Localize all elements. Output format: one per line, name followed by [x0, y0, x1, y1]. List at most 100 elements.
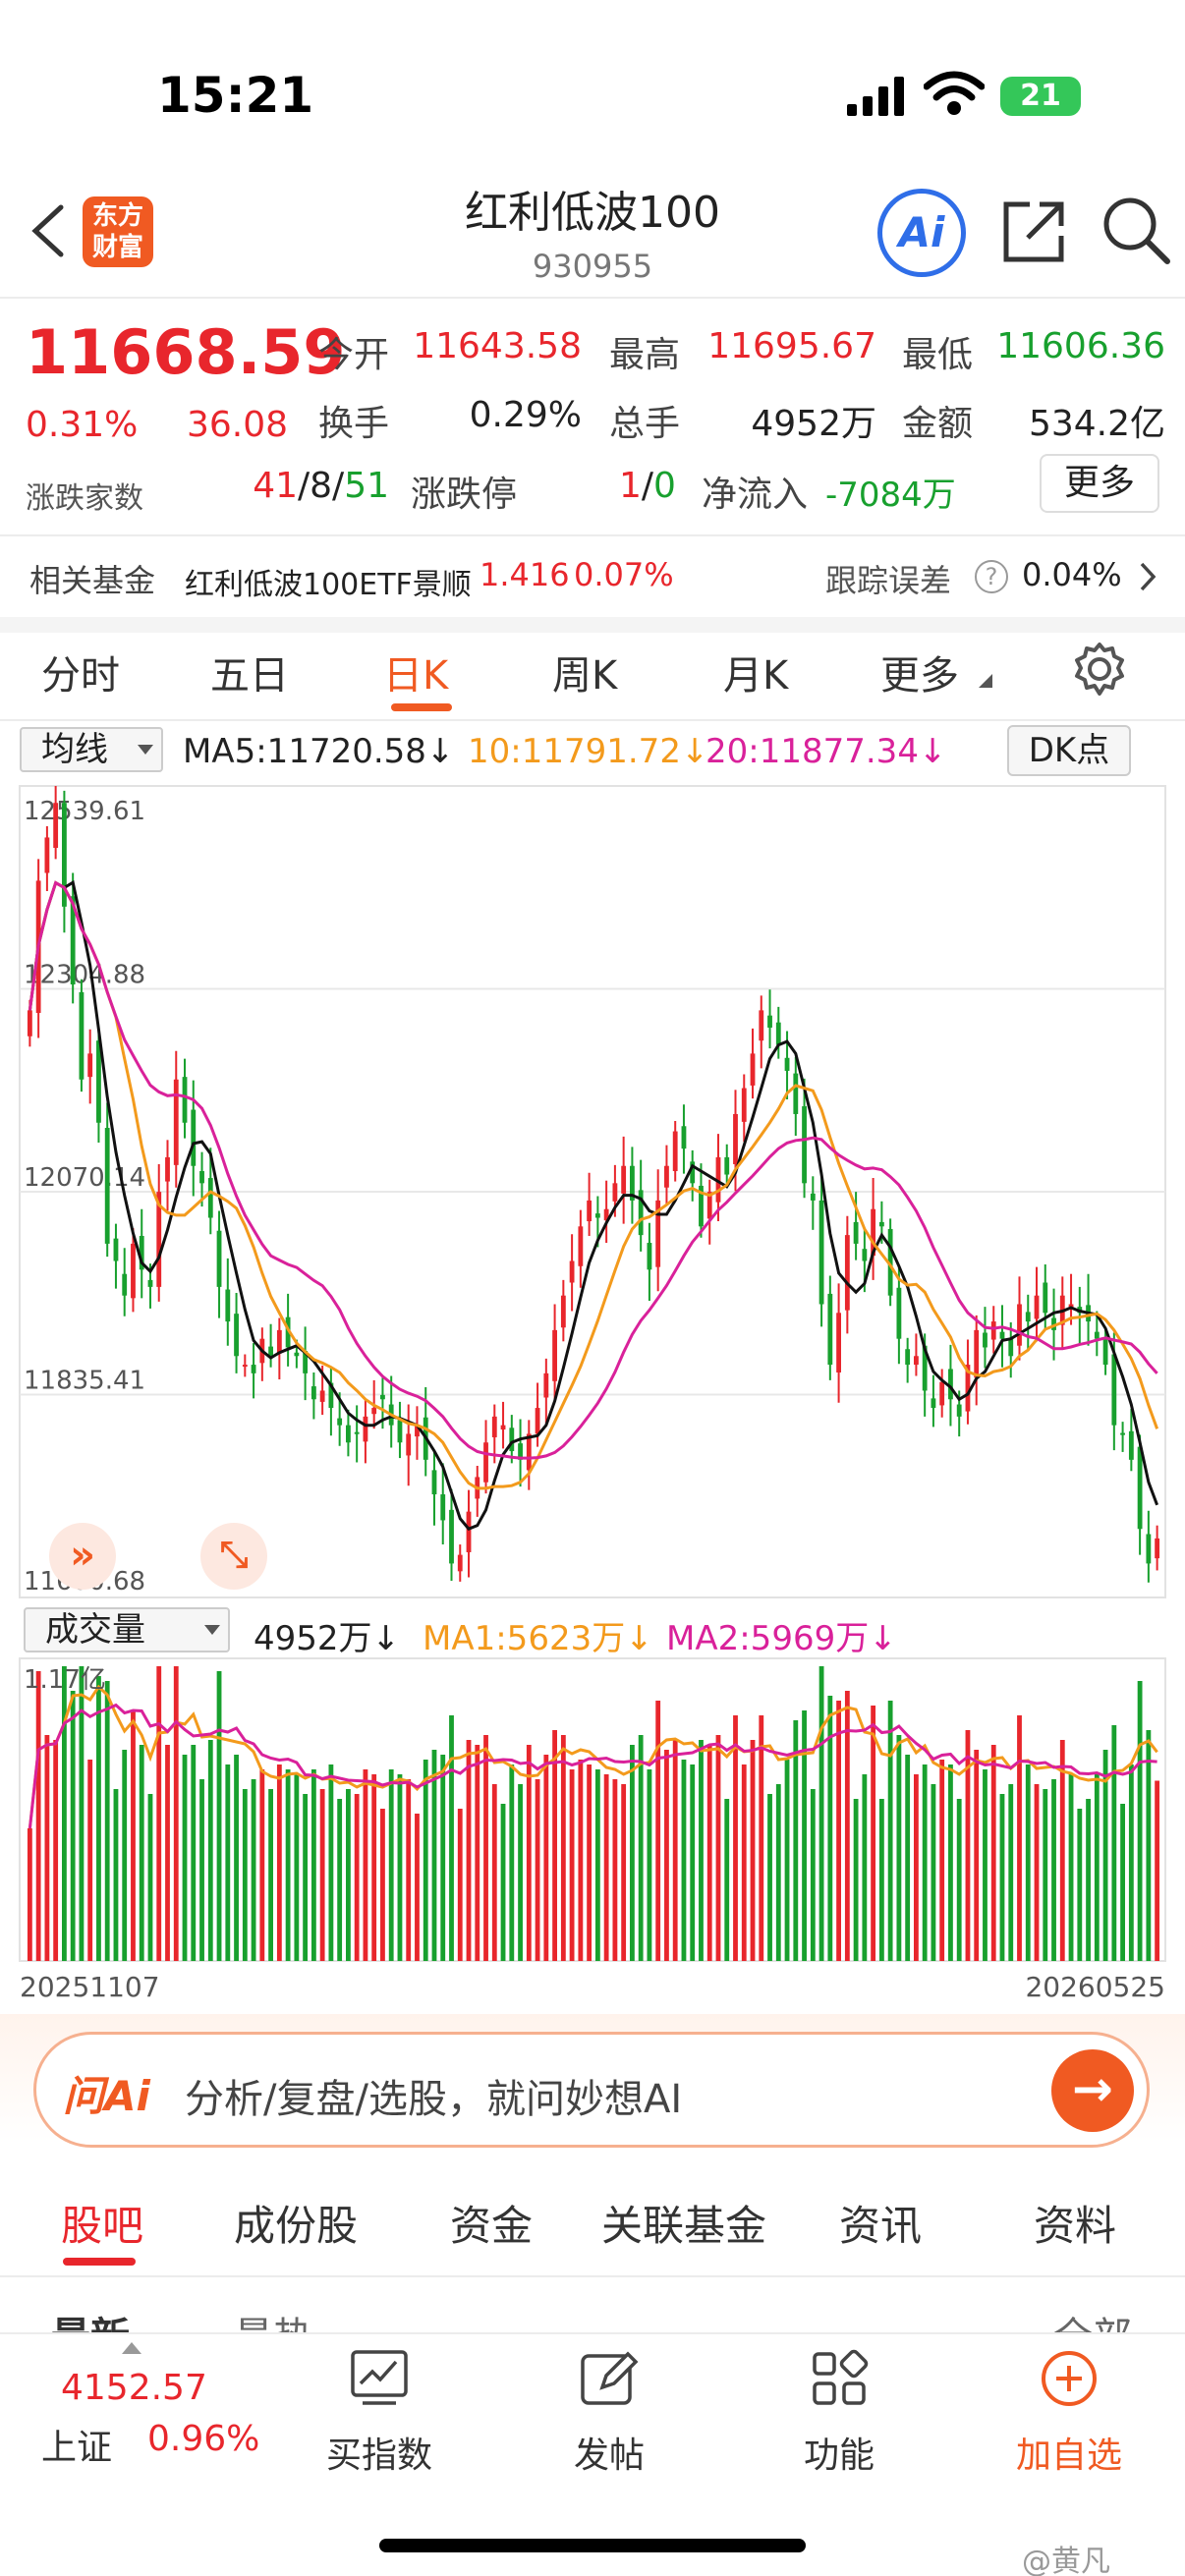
volume-bar: [1017, 1715, 1022, 1961]
volume-bar: [276, 1764, 282, 1961]
volume-bar: [328, 1764, 334, 1961]
sub-tab-hot[interactable]: 最热: [234, 2305, 312, 2332]
nav-buy-index[interactable]: 买指数: [281, 2348, 478, 2478]
candle-body: [346, 1425, 351, 1443]
candle-body: [191, 1109, 197, 1166]
ma10-readout: 10:11791.72↓: [468, 732, 709, 771]
tab-weekly-k[interactable]: 周K: [552, 644, 617, 700]
volume-bar: [1155, 1780, 1160, 1961]
volume-bar: [1068, 1774, 1074, 1961]
candle-body: [818, 1200, 824, 1305]
candle-body: [1094, 1331, 1100, 1339]
candle-body: [914, 1356, 919, 1366]
watermark: @黄凡: [1022, 2545, 1110, 2576]
limit-sep: /: [641, 466, 654, 506]
volume-bar: [96, 1676, 101, 1961]
volume-bar: [1120, 1804, 1125, 1961]
related-fund-pct: 0.07%: [574, 556, 674, 593]
turnover-label: 换手: [318, 404, 390, 444]
search-icon[interactable]: [1099, 193, 1171, 265]
candle-body: [131, 1243, 136, 1299]
tab-guba[interactable]: 股吧: [61, 2193, 143, 2253]
volume-bar: [681, 1760, 687, 1961]
gear-icon[interactable]: [1071, 641, 1128, 698]
candle-body: [983, 1332, 988, 1348]
volume-max-label: 1.17亿: [24, 1665, 106, 1695]
dropdown-caret-icon: [204, 1625, 220, 1635]
volume-bar: [354, 1794, 360, 1961]
volume-bar: [1146, 1730, 1152, 1961]
nav-functions[interactable]: 功能: [741, 2348, 937, 2478]
volume-bar: [810, 1789, 816, 1961]
volume-bar: [1137, 1681, 1143, 1961]
breadth-flat: 8: [310, 466, 333, 506]
volume-bar: [285, 1769, 291, 1961]
nav-post[interactable]: 发帖: [511, 2348, 707, 2478]
status-time: 15:21: [157, 67, 314, 124]
candle-body: [724, 1156, 730, 1175]
volume-bar: [139, 1745, 144, 1961]
candle-body: [1155, 1538, 1160, 1559]
volume-bar: [182, 1755, 188, 1961]
volume-ma2-readout: MA2:5969万↓: [666, 1619, 897, 1658]
more-quote-button[interactable]: 更多: [1040, 454, 1159, 513]
low-label: 最低: [902, 335, 974, 375]
volume-bar: [612, 1779, 618, 1961]
related-fund-name[interactable]: 红利低波100ETF景顺: [185, 560, 472, 603]
dk-point-button[interactable]: DK点: [1007, 725, 1131, 776]
candle-body: [750, 1053, 756, 1086]
grid-apps-icon: [813, 2349, 869, 2405]
ai-submit-button[interactable]: →: [1051, 2049, 1134, 2132]
open-value: 11643.58: [413, 326, 582, 366]
x-end-label: 20260525: [1025, 1971, 1165, 2003]
help-icon[interactable]: ?: [975, 560, 1008, 593]
dropdown-caret-icon: [138, 745, 153, 755]
ai-input-placeholder[interactable]: 分析/复盘/选股，就问妙想AI: [185, 2067, 682, 2124]
section-gap: [0, 617, 1185, 633]
tab-intraday[interactable]: 分时: [41, 644, 120, 700]
candle-body: [165, 1156, 170, 1182]
candle-body: [784, 1057, 790, 1071]
sub-tab-all[interactable]: 全部: [1053, 2305, 1132, 2332]
candle-body: [406, 1433, 412, 1456]
chevron-right-icon[interactable]: [1136, 560, 1159, 593]
tab-constituents[interactable]: 成份股: [234, 2193, 358, 2253]
fullscreen-button[interactable]: ⤡: [200, 1523, 267, 1590]
limit-down: 0: [653, 466, 676, 506]
breadth-sep-1: /: [298, 466, 310, 506]
home-indicator: [379, 2539, 806, 2552]
volume-bar: [423, 1760, 428, 1961]
tab-profile[interactable]: 资料: [1034, 2193, 1116, 2253]
share-icon[interactable]: [1000, 196, 1069, 265]
volume-bar: [990, 1745, 996, 1961]
index-value[interactable]: 4152.57: [61, 2368, 207, 2408]
candle-body: [853, 1221, 859, 1244]
volume-select[interactable]: 成交量: [24, 1607, 230, 1652]
dk-label: DK点: [1028, 731, 1110, 770]
volume-bar: [491, 1784, 497, 1961]
volume-bar: [741, 1764, 747, 1961]
kline-chart[interactable]: 12539.6112304.8812070.1411835.4111600.68…: [0, 776, 1185, 2014]
sub-tab-latest[interactable]: 最新: [51, 2305, 130, 2332]
index-name[interactable]: 上证: [41, 2419, 112, 2470]
tab-monthly-k[interactable]: 月K: [723, 644, 788, 700]
expand-sidebar-button[interactable]: »: [49, 1523, 116, 1590]
candle-body: [122, 1273, 128, 1296]
tab-news[interactable]: 资讯: [839, 2193, 922, 2253]
ma-select[interactable]: 均线: [20, 727, 163, 772]
volume-bar: [207, 1740, 213, 1961]
tab-daily-k[interactable]: 日K: [383, 644, 448, 700]
candle-body: [587, 1200, 592, 1222]
candle-body: [491, 1416, 497, 1437]
nav-add-watchlist[interactable]: 加自选: [971, 2348, 1167, 2478]
tab-capital[interactable]: 资金: [450, 2193, 533, 2253]
volume-bar: [560, 1735, 566, 1961]
tab-five-day[interactable]: 五日: [210, 644, 289, 700]
index-pct[interactable]: 0.96%: [147, 2419, 259, 2459]
tab-related-funds[interactable]: 关联基金: [601, 2193, 766, 2253]
ai-assistant-button[interactable]: Ai: [877, 189, 966, 277]
volume-bar: [466, 1740, 472, 1961]
candle-body: [363, 1416, 368, 1442]
turnover-value: 0.29%: [469, 395, 582, 435]
tab-more[interactable]: 更多: [880, 644, 959, 700]
